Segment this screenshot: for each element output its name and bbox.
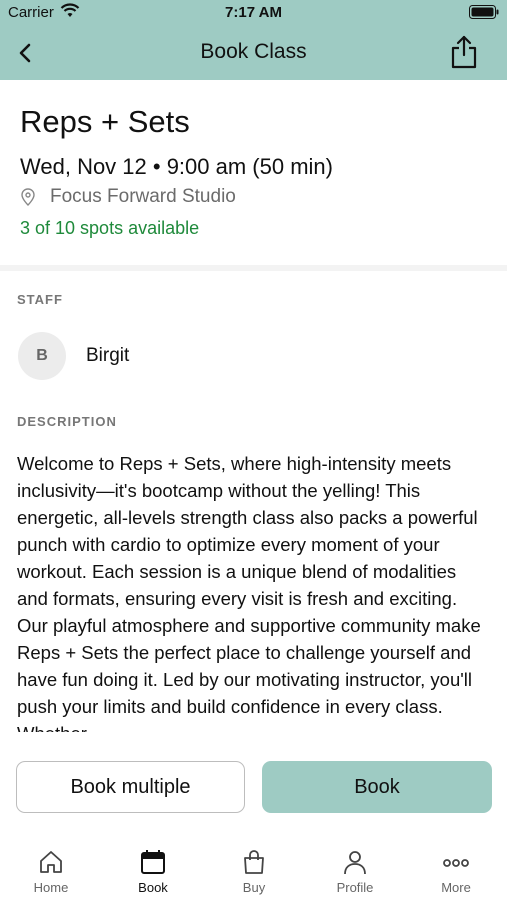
top-bar: Carrier 7:17 AM Book Class [0,0,507,80]
description-heading: DESCRIPTION [17,414,117,429]
book-multiple-button[interactable]: Book multiple [16,761,245,813]
location-pin-icon [21,188,35,206]
description-text: Welcome to Reps + Sets, where high-inten… [17,453,481,732]
book-button[interactable]: Book [262,761,492,813]
status-time: 7:17 AM [225,4,282,21]
shopping-bag-icon [244,850,264,874]
tab-more[interactable]: More [416,835,496,900]
description-scroll-area[interactable]: Welcome to Reps + Sets, where high-inten… [17,450,487,732]
spots-available: 3 of 10 spots available [20,218,200,238]
tab-more-label: More [441,880,471,895]
tab-book[interactable]: Book [113,835,193,900]
tab-buy-label: Buy [242,880,266,895]
class-datetime: Wed, Nov 12 • 9:00 am (50 min) [20,154,333,179]
class-location[interactable]: Focus Forward Studio [20,186,236,208]
staff-avatar[interactable]: B [18,332,66,380]
staff-name[interactable]: Birgit [86,345,129,367]
share-icon[interactable] [449,34,479,70]
tab-profile[interactable]: Profile [315,835,395,900]
calendar-icon [141,850,165,874]
tab-home-label: Home [33,880,69,895]
tab-home[interactable]: Home [11,835,91,900]
tab-profile-label: Profile [336,880,374,895]
section-divider [0,265,507,271]
class-header: Reps + Sets Wed, Nov 12 • 9:00 am (50 mi… [0,80,507,266]
nav-bar: Book Class [0,30,507,76]
class-location-name: Focus Forward Studio [50,186,236,207]
tab-book-label: Book [138,880,168,895]
person-icon [344,851,366,875]
status-bar: Carrier 7:17 AM [0,0,507,24]
staff-heading: STAFF [17,292,63,307]
more-dots-icon [443,859,469,867]
tab-buy[interactable]: Buy [214,835,294,900]
page-title: Book Class [200,40,307,63]
class-title: Reps + Sets [20,104,190,139]
tab-bar: Home Book Buy Profile More [0,835,507,900]
home-icon [40,851,62,873]
battery-icon [469,5,499,19]
